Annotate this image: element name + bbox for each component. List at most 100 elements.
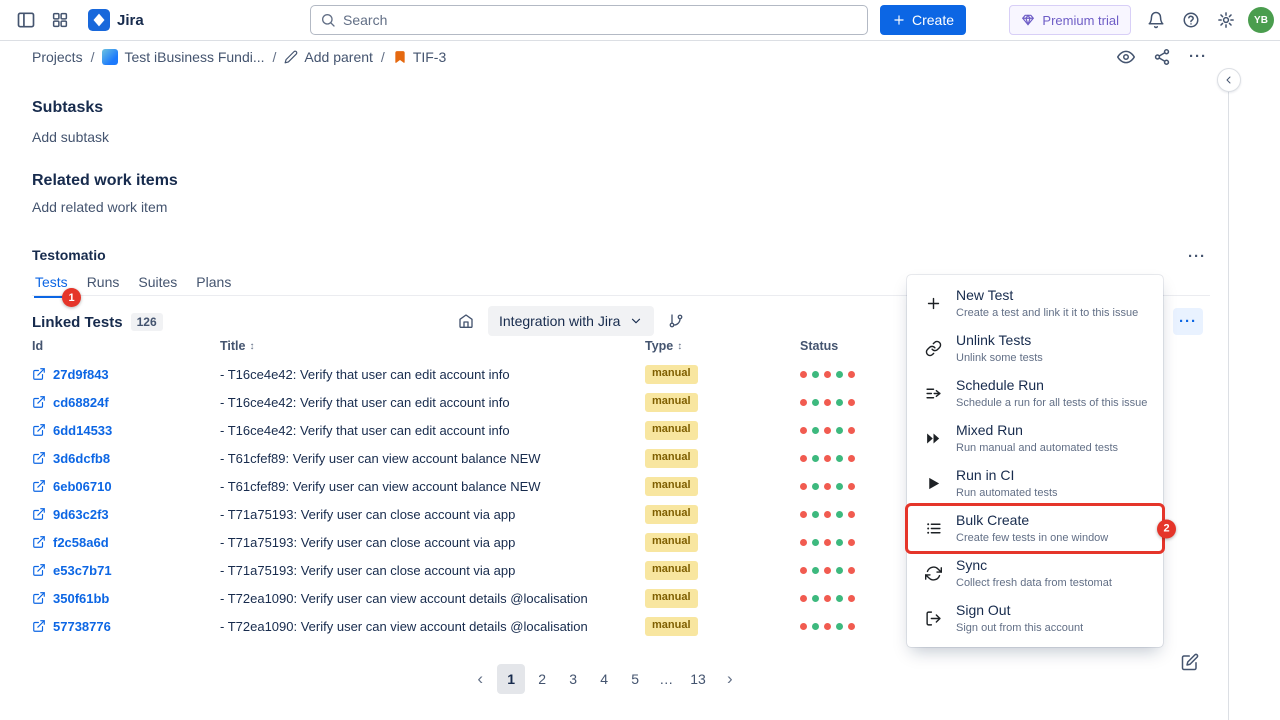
external-link-icon [32, 451, 46, 465]
next-page-button[interactable]: › [716, 664, 744, 694]
issue-actions: ··· [1110, 41, 1214, 73]
external-link-icon [32, 535, 46, 549]
test-id-link[interactable]: 6dd14533 [32, 423, 220, 438]
sidebar-toggle-button[interactable] [10, 4, 42, 36]
menu-item-mixed-run[interactable]: Mixed RunRun manual and automated tests [907, 416, 1163, 461]
feedback-button[interactable] [1174, 646, 1206, 678]
external-link-icon [32, 507, 46, 521]
test-id-link[interactable]: 3d6dcfb8 [32, 451, 220, 466]
top-navigation-bar: Jira Create Premium trial [0, 0, 1280, 41]
type-badge: manual [645, 365, 698, 383]
linked-tests-more-button[interactable]: ··· [1173, 308, 1203, 335]
home-button[interactable] [452, 307, 480, 335]
menu-item-text: SyncCollect fresh data from testomat [956, 557, 1112, 590]
global-search[interactable] [310, 5, 868, 35]
test-id: 3d6dcfb8 [53, 451, 110, 466]
chevron-left-icon [1223, 74, 1235, 86]
status-dot-green [836, 455, 843, 462]
app-switcher-button[interactable] [44, 4, 76, 36]
menu-item-new-test[interactable]: New TestCreate a test and link it it to … [907, 281, 1163, 326]
page-button-3[interactable]: 3 [559, 664, 587, 694]
test-id-cell: 6eb06710 [32, 479, 220, 494]
menu-item-bulk-create[interactable]: Bulk CreateCreate few tests in one windo… [907, 506, 1163, 551]
watch-button[interactable] [1110, 41, 1142, 73]
page-button-1[interactable]: 1 [497, 664, 525, 694]
test-id-cell: 57738776 [32, 619, 220, 634]
premium-trial-button[interactable]: Premium trial [1009, 5, 1131, 35]
column-header-label: Status [800, 339, 838, 353]
share-button[interactable] [1146, 41, 1178, 73]
pencil-icon [284, 50, 298, 64]
create-button[interactable]: Create [880, 5, 966, 35]
related-work-items-heading: Related work items [32, 172, 178, 190]
add-parent-button[interactable]: Add parent [284, 49, 373, 65]
page-button-4[interactable]: 4 [590, 664, 618, 694]
type-badge: manual [645, 449, 698, 467]
breadcrumb-project-link[interactable]: Test iBusiness Fundi... [102, 49, 264, 65]
status-dot-red [848, 483, 855, 490]
status-dot-red [800, 399, 807, 406]
notifications-button[interactable] [1140, 4, 1172, 36]
test-id-link[interactable]: 350f61bb [32, 591, 220, 606]
jira-logo[interactable]: Jira [88, 9, 144, 31]
menu-item-schedule-run[interactable]: Schedule RunSchedule a run for all tests… [907, 371, 1163, 416]
type-badge: manual [645, 505, 698, 523]
integration-dropdown-value: Integration with Jira [499, 313, 620, 329]
status-dot-red [824, 539, 831, 546]
breadcrumb-separator: / [381, 49, 385, 65]
issue-key-link[interactable]: TIF-3 [393, 49, 446, 65]
test-title: - T71a75193: Verify user can close accou… [220, 563, 645, 578]
test-title: - T16ce4e42: Verify that user can edit a… [220, 367, 645, 382]
page-button-13[interactable]: 13 [683, 664, 713, 694]
menu-item-subtitle: Run manual and automated tests [956, 441, 1118, 455]
add-subtask-button[interactable]: Add subtask [32, 129, 109, 145]
prev-page-button[interactable]: ‹ [466, 664, 494, 694]
add-related-work-item-button[interactable]: Add related work item [32, 199, 167, 215]
menu-item-subtitle: Run automated tests [956, 486, 1058, 500]
integration-dropdown[interactable]: Integration with Jira [488, 306, 654, 336]
test-id-link[interactable]: cd68824f [32, 395, 220, 410]
test-id-link[interactable]: e53c7b71 [32, 563, 220, 578]
column-header-type[interactable]: Type↕ [645, 339, 800, 353]
menu-item-sync[interactable]: SyncCollect fresh data from testomat [907, 551, 1163, 596]
status-dot-red [800, 455, 807, 462]
testomatio-more-button[interactable]: ··· [1182, 243, 1212, 269]
page-button-5[interactable]: 5 [621, 664, 649, 694]
user-avatar[interactable]: YB [1248, 7, 1274, 33]
issue-more-button[interactable]: ··· [1182, 41, 1214, 73]
menu-item-unlink-tests[interactable]: Unlink TestsUnlink some tests [907, 326, 1163, 371]
status-dot-green [812, 427, 819, 434]
eye-icon [1117, 48, 1135, 66]
column-header-title[interactable]: Title↕ [220, 339, 645, 353]
menu-item-subtitle: Create few tests in one window [956, 531, 1108, 545]
menu-item-sign-out[interactable]: Sign OutSign out from this account [907, 596, 1163, 641]
menu-item-title: Bulk Create [956, 512, 1108, 530]
breadcrumb-projects-link[interactable]: Projects [32, 49, 83, 65]
test-id-cell: 3d6dcfb8 [32, 451, 220, 466]
test-id-link[interactable]: 57738776 [32, 619, 220, 634]
help-button[interactable] [1175, 4, 1207, 36]
status-dot-green [836, 427, 843, 434]
status-dot-red [800, 483, 807, 490]
test-id-link[interactable]: 6eb06710 [32, 479, 220, 494]
test-id-cell: 27d9f843 [32, 367, 220, 382]
settings-button[interactable] [1210, 4, 1242, 36]
test-id-cell: 350f61bb [32, 591, 220, 606]
test-id-link[interactable]: 27d9f843 [32, 367, 220, 382]
page-button-2[interactable]: 2 [528, 664, 556, 694]
menu-item-run-in-ci[interactable]: Run in CIRun automated tests [907, 461, 1163, 506]
menu-item-subtitle: Collect fresh data from testomat [956, 576, 1112, 590]
test-id-cell: 9d63c2f3 [32, 507, 220, 522]
jira-issue-page: Jira Create Premium trial [0, 0, 1280, 720]
status-dot-green [836, 539, 843, 546]
search-input[interactable] [343, 12, 858, 28]
workflow-button[interactable] [662, 307, 690, 335]
status-dot-red [800, 539, 807, 546]
test-type-cell: manual [645, 560, 800, 579]
panel-collapse-button[interactable] [1217, 68, 1241, 92]
test-id: f2c58a6d [53, 535, 109, 550]
test-type-cell: manual [645, 392, 800, 411]
test-id-link[interactable]: f2c58a6d [32, 535, 220, 550]
test-id-link[interactable]: 9d63c2f3 [32, 507, 220, 522]
bulk-create-icon [925, 520, 942, 537]
